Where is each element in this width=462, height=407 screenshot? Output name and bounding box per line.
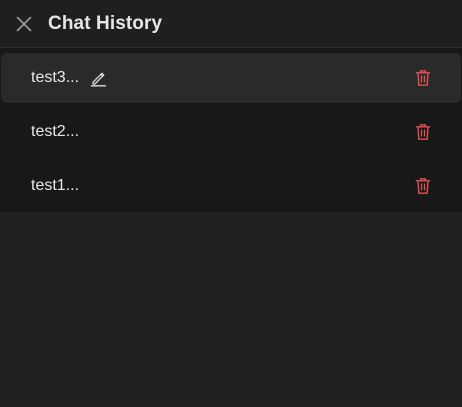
history-item[interactable]: test2... [1,107,461,157]
delete-button[interactable] [414,176,432,196]
trash-icon [415,124,431,140]
rename-button[interactable] [89,69,107,87]
close-icon [16,16,32,31]
history-item-label: test1... [31,177,80,194]
history-item[interactable]: test1... [1,161,461,211]
pencil-icon [90,72,106,86]
chat-history-panel: Chat History test3... test2... test1... [0,0,462,407]
delete-button[interactable] [414,68,432,88]
history-item-label: test2... [31,123,80,140]
history-item-label: test3... [31,69,80,86]
trash-icon [415,70,431,86]
panel-header: Chat History [0,0,462,48]
panel-title: Chat History [48,12,163,34]
delete-button[interactable] [414,122,432,142]
trash-icon [415,178,431,194]
history-item[interactable]: test3... [1,53,461,103]
chat-history-list: test3... test2... test1... [0,48,462,212]
close-button[interactable] [13,13,35,35]
